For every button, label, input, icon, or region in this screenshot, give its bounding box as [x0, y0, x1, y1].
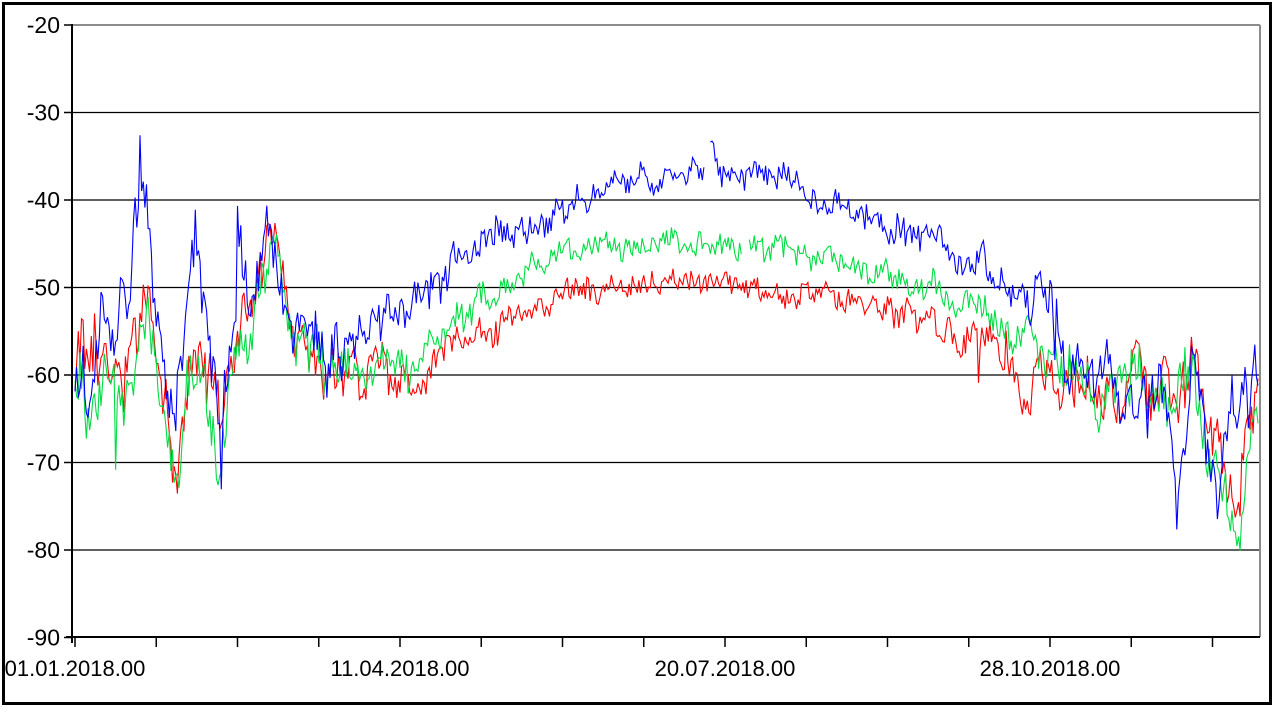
y-axis-label: -20	[27, 12, 60, 38]
chart-canvas: -20 -30 -40 -50 -60 -70 -80 -90 01.01.2018.00 11.…	[0, 0, 1274, 707]
y-axis-label: -90	[27, 625, 60, 651]
x-axis-label: 20.07.2018.00	[655, 656, 796, 681]
y-axis-label: -70	[27, 450, 60, 476]
x-axis-label: 11.04.2018.00	[330, 656, 469, 681]
y-axis-label: -80	[27, 537, 60, 563]
y-axis-label: -30	[27, 100, 60, 126]
y-axis-label: -60	[27, 362, 60, 388]
x-axis-label: 01.01.2018.00	[5, 656, 146, 681]
y-axis-label: -50	[27, 275, 60, 301]
x-axis-label: 28.10.2018.00	[980, 656, 1121, 681]
chart-page: -20 -30 -40 -50 -60 -70 -80 -90 01.01.2018.00 11.…	[0, 0, 1274, 707]
y-axis-label: -40	[27, 187, 60, 213]
